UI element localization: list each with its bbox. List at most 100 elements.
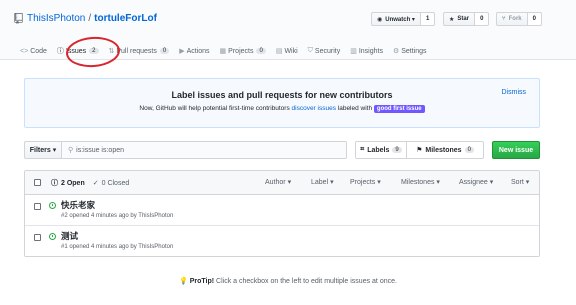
- issue-title-link[interactable]: 测试: [61, 230, 78, 242]
- repo-header: ThisIsPhoton / tortuleForLof ◉ Unwatch ▾ …: [0, 0, 576, 60]
- milestone-icon: ⚑: [416, 147, 423, 154]
- repo-title: ThisIsPhoton / tortuleForLof: [14, 13, 157, 24]
- issue-states: ⓘ 2 Open ✓ 0 Closed: [51, 178, 137, 188]
- tab-security[interactable]: ⛉ Security: [308, 44, 341, 58]
- repo-owner-link[interactable]: ThisIsPhoton: [27, 13, 85, 24]
- tab-insights[interactable]: ▥ Insights: [350, 44, 383, 58]
- issues-list-header: ⓘ 2 Open ✓ 0 Closed Author ▾ Label ▾ Proje…: [25, 171, 539, 195]
- tab-actions-label: Actions: [186, 47, 210, 55]
- graph-icon: ▥: [350, 48, 357, 55]
- issue-opened-icon: ⓘ: [51, 180, 58, 187]
- check-icon: ✓: [92, 180, 99, 187]
- banner-title: Label issues and pull requests for new c…: [171, 90, 393, 100]
- milestones-label: Milestones: [425, 146, 462, 154]
- fork-group: ⑂ Fork 0: [496, 12, 542, 26]
- milestones-filter[interactable]: Milestones ▾: [401, 178, 440, 186]
- tab-settings-label: Settings: [401, 47, 427, 55]
- banner-text-after: labeled with: [337, 105, 373, 112]
- fork-label: Fork: [508, 16, 522, 22]
- watch-button[interactable]: ◉ Unwatch ▾: [371, 12, 421, 26]
- issue-row: 测试 #1 opened 4 minutes ago by ThisIsPhot…: [25, 226, 539, 257]
- book-icon: ▤: [275, 48, 283, 55]
- banner-text-before: Now, GitHub will help potential first-ti…: [139, 105, 290, 112]
- repo-name-link[interactable]: tortuleForLof: [94, 13, 157, 24]
- labels-button[interactable]: ⌗ Labels 9: [355, 141, 407, 159]
- issue-opened-icon: [49, 202, 56, 209]
- closed-count: 0 Closed: [101, 179, 130, 187]
- tab-insights-label: Insights: [358, 47, 383, 55]
- star-group: ★ Star 0: [443, 12, 490, 26]
- tab-pull-requests[interactable]: ⇅ Pull requests 0: [109, 44, 170, 58]
- fork-count[interactable]: 0: [527, 12, 542, 26]
- star-button[interactable]: ★ Star: [443, 12, 476, 26]
- open-filter[interactable]: ⓘ 2 Open: [51, 178, 85, 188]
- repo-icon: [14, 13, 23, 24]
- protip: 💡 ProTip! Click a checkbox on the left t…: [0, 277, 576, 285]
- tab-actions[interactable]: ▶ Actions: [179, 44, 209, 58]
- project-icon: ▦: [219, 48, 227, 55]
- tab-pull-requests-count: 0: [159, 48, 170, 54]
- tab-wiki[interactable]: ▤ Wiki: [276, 44, 298, 58]
- issue-row: 快乐老家 #2 opened 4 minutes ago by ThisIsPh…: [25, 195, 539, 226]
- watch-count[interactable]: 1: [420, 12, 436, 26]
- tab-projects-label: Projects: [228, 47, 254, 55]
- issue-icon: ⓘ: [56, 48, 64, 55]
- search-query: is:issue is:open: [76, 146, 124, 154]
- protip-text: Click a checkbox on the left to edit mul…: [214, 278, 397, 285]
- tab-security-label: Security: [314, 47, 341, 55]
- label-filter[interactable]: Label ▾: [311, 178, 334, 186]
- search-icon: ⚲: [68, 147, 74, 154]
- star-label: Star: [457, 16, 470, 22]
- issue-title-link[interactable]: 快乐老家: [61, 199, 95, 211]
- projects-filter[interactable]: Projects ▾: [350, 178, 381, 186]
- labels-count: 9: [392, 147, 402, 153]
- select-all-checkbox[interactable]: [34, 179, 41, 186]
- code-icon: <>: [20, 47, 29, 55]
- new-issue-button[interactable]: New issue: [492, 141, 540, 159]
- pull-request-icon: ⇅: [108, 48, 115, 55]
- tab-pull-requests-label: Pull requests: [116, 47, 157, 55]
- issue-opened-icon: [49, 233, 56, 240]
- shield-icon: ⛉: [307, 47, 313, 54]
- tab-issues-count: 2: [89, 48, 99, 54]
- banner-text: Now, GitHub will help potential first-ti…: [25, 105, 539, 113]
- eye-icon: ◉: [377, 16, 383, 23]
- gear-icon: ⚙: [392, 48, 400, 55]
- issue-meta: #2 opened 4 minutes ago by ThisIsPhoton: [61, 213, 174, 219]
- labels-label: Labels: [367, 146, 390, 154]
- tag-icon: ⌗: [360, 146, 365, 153]
- open-count: 2 Open: [61, 179, 85, 187]
- milestones-count: 0: [464, 147, 474, 153]
- author-filter[interactable]: Author ▾: [265, 178, 291, 186]
- assignee-filter[interactable]: Assignee ▾: [459, 178, 493, 186]
- star-icon: ★: [449, 16, 455, 23]
- play-icon: ▶: [179, 48, 185, 55]
- sort-dropdown[interactable]: Sort ▾: [511, 178, 529, 186]
- tab-issues-label: Issues: [65, 47, 87, 55]
- issue-checkbox[interactable]: [34, 203, 41, 210]
- tab-settings[interactable]: ⚙ Settings: [393, 44, 427, 58]
- repo-nav-tabs: <> Code ⓘ Issues 2 ⇅ Pull requests 0 ▶ Actions…: [20, 44, 437, 60]
- fork-button[interactable]: ⑂ Fork: [496, 12, 528, 26]
- discover-issues-link[interactable]: discover issues: [292, 105, 336, 112]
- tab-code[interactable]: <> Code: [20, 44, 47, 58]
- fork-icon: ⑂: [502, 16, 506, 22]
- watch-label: Unwatch ▾: [385, 16, 415, 23]
- issues-list: ⓘ 2 Open ✓ 0 Closed Author ▾ Label ▾ Proje…: [24, 170, 540, 257]
- star-count[interactable]: 0: [475, 12, 490, 26]
- contributors-banner: Label issues and pull requests for new c…: [24, 78, 540, 128]
- filters-dropdown[interactable]: Filters ▾: [24, 141, 62, 159]
- tab-projects[interactable]: ▦ Projects 0: [220, 44, 266, 58]
- closed-filter[interactable]: ✓ 0 Closed: [93, 178, 130, 188]
- tab-wiki-label: Wiki: [284, 47, 298, 55]
- protip-label: ProTip!: [189, 278, 215, 285]
- dismiss-button[interactable]: Dismiss: [502, 89, 527, 96]
- tab-projects-count: 0: [256, 48, 266, 54]
- tab-issues[interactable]: ⓘ Issues 2: [57, 44, 99, 58]
- good-first-issue-label[interactable]: good first issue: [373, 105, 425, 113]
- issue-checkbox[interactable]: [34, 234, 41, 241]
- issue-meta: #1 opened 4 minutes ago by ThisIsPhoton: [61, 244, 174, 250]
- issue-search-input[interactable]: ⚲ is:issue is:open: [62, 141, 347, 159]
- tab-code-label: Code: [30, 47, 47, 55]
- milestones-button[interactable]: ⚑ Milestones 0: [407, 141, 484, 159]
